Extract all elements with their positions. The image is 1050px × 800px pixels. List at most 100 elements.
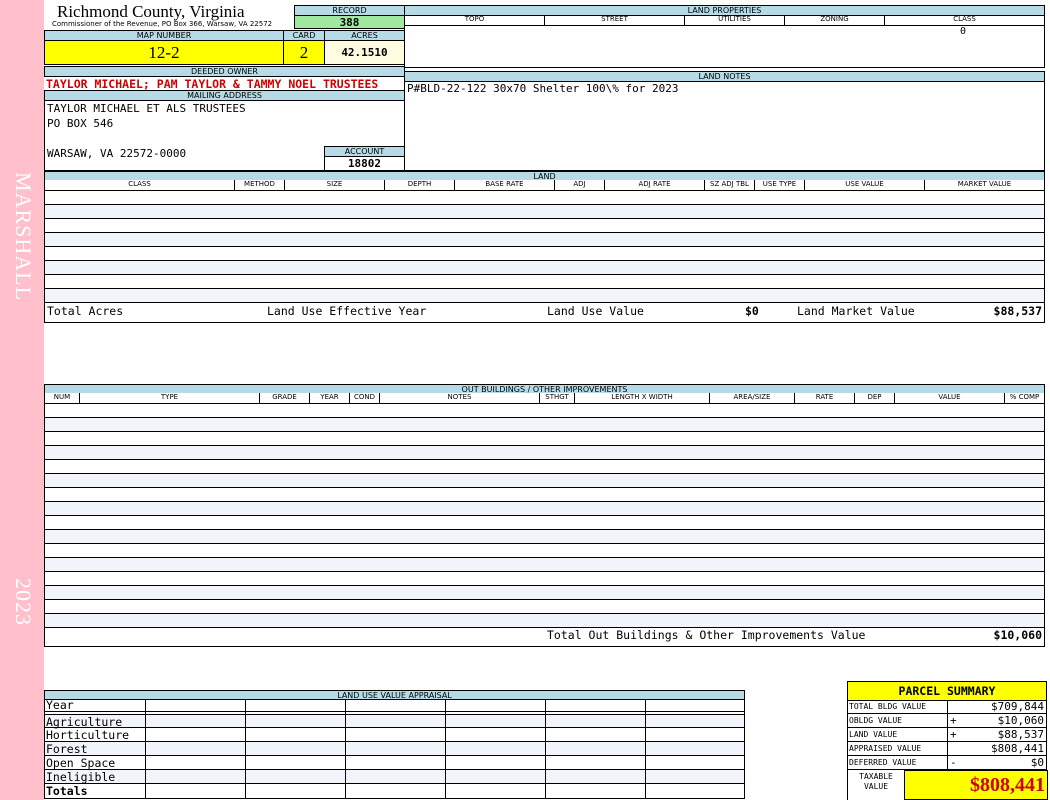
table-row xyxy=(45,261,1044,275)
land-use-value: $0 xyxy=(745,304,759,318)
table-row xyxy=(45,460,1044,474)
effective-year-label: Land Use Effective Year xyxy=(267,304,427,318)
summary-value: $10,060 xyxy=(997,714,1044,727)
land-use-forest-label: Forest xyxy=(46,742,88,756)
county-title: Richmond County, Virginia xyxy=(57,2,245,21)
col-class: CLASS xyxy=(953,15,976,23)
table-row xyxy=(45,404,1044,418)
land-col-depth: DEPTH xyxy=(385,180,455,190)
sidebar-owner-name: MARSHALL xyxy=(11,172,36,302)
table-row xyxy=(45,516,1044,530)
outbuildings-header: NUM TYPE GRADE YEAR COND NOTES STHGT LEN… xyxy=(44,393,1045,404)
summary-sign: - xyxy=(950,756,957,769)
land-header: CLASS METHOD SIZE DEPTH BASE RATE ADJ AD… xyxy=(44,180,1045,191)
summary-value: $88,537 xyxy=(997,728,1044,741)
ob-col-sthgt: STHGT xyxy=(540,393,575,403)
table-row xyxy=(45,572,1044,586)
sidebar-year: 2023 xyxy=(11,578,36,626)
table-row xyxy=(45,275,1044,289)
land-use-divider xyxy=(245,700,246,798)
table-row xyxy=(45,191,1044,205)
ob-col-length-width: LENGTH X WIDTH xyxy=(575,393,710,403)
col-utilities: UTILITIES xyxy=(685,15,785,25)
table-row xyxy=(45,432,1044,446)
land-use-row-totals: Totals xyxy=(45,784,744,798)
land-use-horticulture-label: Horticulture xyxy=(46,728,130,742)
outbuildings-rows xyxy=(44,404,1045,628)
taxable-value: $808,441 xyxy=(904,770,1048,800)
record-value: 388 xyxy=(294,15,405,29)
summary-label: TOTAL BLDG VALUE xyxy=(849,702,927,711)
sidebar: MARSHALL 2023 xyxy=(0,0,44,800)
land-col-method: METHOD xyxy=(235,180,285,190)
table-row xyxy=(45,544,1044,558)
land-use-divider xyxy=(545,700,546,798)
col-street: STREET xyxy=(545,15,685,25)
parcel-summary-table: TOTAL BLDG VALUE $709,844 OBLDG VALUE + … xyxy=(847,700,1048,800)
land-col-class: CLASS xyxy=(45,180,235,190)
ob-col-year: YEAR xyxy=(310,393,350,403)
land-market-value: $88,537 xyxy=(993,304,1042,318)
card-value: 2 xyxy=(283,40,325,65)
land-notes-text: P#BLD-22-122 30x70 Shelter 100\% for 202… xyxy=(407,82,679,95)
class-value: 0 xyxy=(960,26,967,37)
table-row xyxy=(45,233,1044,247)
land-use-title: LAND USE VALUE APPRAISAL xyxy=(44,690,745,700)
summary-value: $709,844 xyxy=(991,700,1044,713)
land-use-divider xyxy=(645,700,646,798)
acres-value: 42.1510 xyxy=(324,40,405,65)
summary-sign: + xyxy=(950,728,957,741)
table-row xyxy=(45,502,1044,516)
commissioner-line: Commissioner of the Revenue, PO Box 366,… xyxy=(52,20,273,28)
deeded-owner-label: DEEDED OWNER xyxy=(44,66,405,77)
ob-col-notes: NOTES xyxy=(380,393,540,403)
land-col-market-value: MARKET VALUE xyxy=(957,180,1012,188)
summary-divider xyxy=(947,700,948,770)
land-use-row-ineligible: Ineligible xyxy=(45,770,744,784)
ob-col-type: TYPE xyxy=(80,393,260,403)
table-row xyxy=(45,247,1044,261)
land-market-value-label: Land Market Value xyxy=(797,304,915,318)
land-col-size: SIZE xyxy=(285,180,385,190)
land-use-divider xyxy=(345,700,346,798)
land-use-agriculture-label: Agriculture xyxy=(46,715,123,729)
land-rows xyxy=(44,191,1045,303)
land-use-value-label: Land Use Value xyxy=(547,304,644,318)
ob-col-area-size: AREA/SIZE xyxy=(710,393,795,403)
summary-value: $0 xyxy=(1030,756,1044,769)
land-use-ineligible-label: Ineligible xyxy=(46,770,116,784)
table-row xyxy=(45,474,1044,488)
land-use-year-label: Year xyxy=(46,698,74,712)
land-col-adj: ADJ xyxy=(555,180,605,190)
table-row xyxy=(45,446,1044,460)
land-col-use-value: USE VALUE xyxy=(805,180,925,190)
ob-col-cond: COND xyxy=(350,393,380,403)
total-acres-label: Total Acres xyxy=(47,304,124,318)
land-notes-body: P#BLD-22-122 30x70 Shelter 100\% for 202… xyxy=(404,81,1045,171)
ob-col-grade: GRADE xyxy=(260,393,310,403)
summary-sign: + xyxy=(950,714,957,727)
ob-col-rate: RATE xyxy=(795,393,855,403)
outbuildings-total-label: Total Out Buildings & Other Improvements… xyxy=(547,628,866,642)
table-row xyxy=(45,530,1044,544)
account-value: 18802 xyxy=(324,156,405,171)
land-col-base-rate: BASE RATE xyxy=(455,180,555,190)
land-use-row-horticulture: Horticulture xyxy=(45,728,744,742)
map-number-value: 12-2 xyxy=(44,40,284,65)
summary-label: OBLDG VALUE xyxy=(849,716,902,725)
col-zoning: ZONING xyxy=(785,15,885,25)
table-row xyxy=(45,558,1044,572)
deeded-owner-value: TAYLOR MICHAEL; PAM TAYLOR & TAMMY NOEL … xyxy=(46,77,379,91)
land-use-open-space-label: Open Space xyxy=(46,756,116,770)
land-col-use-type: USE TYPE xyxy=(755,180,805,190)
table-row xyxy=(45,600,1044,614)
parcel-summary-title: PARCEL SUMMARY xyxy=(847,681,1047,701)
land-col-adj-rate: ADJ RATE xyxy=(605,180,705,190)
summary-value: $808,441 xyxy=(991,742,1044,755)
land-use-row-forest: Forest xyxy=(45,742,744,756)
ob-col-num: NUM xyxy=(45,393,80,403)
table-row xyxy=(45,289,1044,303)
ob-col-value: VALUE xyxy=(895,393,1005,403)
taxable-label: TAXABLE VALUE xyxy=(859,772,893,791)
outbuildings-footer: Total Out Buildings & Other Improvements… xyxy=(44,627,1045,647)
